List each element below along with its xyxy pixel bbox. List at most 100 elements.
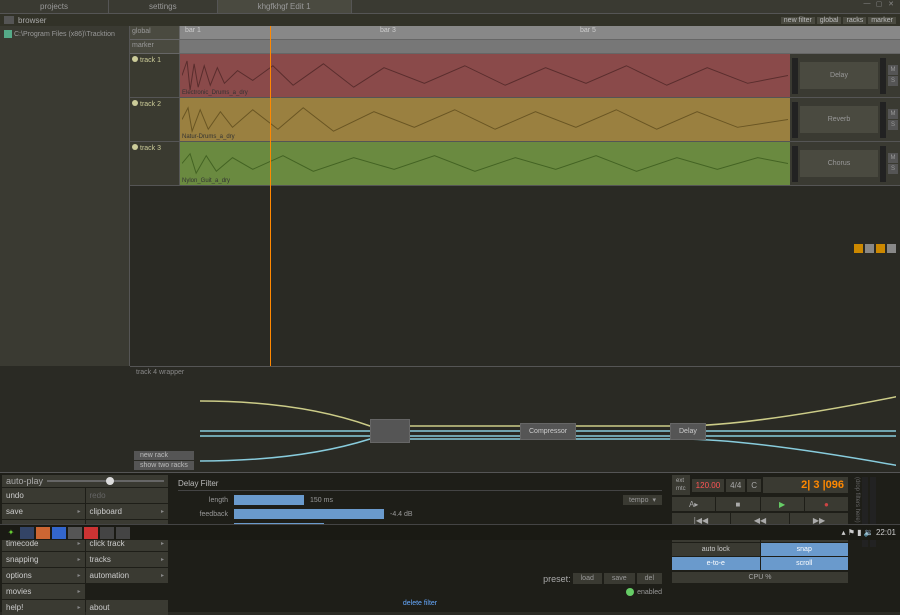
stop-button[interactable]: ■ xyxy=(716,497,759,511)
automation-button[interactable]: automation▸ xyxy=(86,568,169,583)
new-rack-button[interactable]: new rack xyxy=(134,451,194,460)
transport-panel: ext mtc 120.00 4/4 C 2| 3 |096 A▸ ■ ▶ ● … xyxy=(670,473,850,612)
tab-edit[interactable]: khgfkhgf Edit 1 xyxy=(218,0,352,13)
help-button[interactable]: help!▸ xyxy=(2,600,85,615)
status-icon[interactable] xyxy=(854,244,863,253)
ext-mtc-button[interactable]: ext mtc xyxy=(672,475,690,495)
tempo-display[interactable]: 120.00 xyxy=(692,479,724,492)
marker-ruler[interactable] xyxy=(180,40,900,53)
options-button[interactable]: options▸ xyxy=(2,568,85,583)
global-ruler[interactable]: bar 1 bar 3 bar 5 xyxy=(180,26,900,39)
record-button[interactable]: ● xyxy=(805,497,848,511)
taskbar-app-icon[interactable] xyxy=(52,527,66,539)
audio-clip[interactable]: Electronic_Drums_a_dry xyxy=(180,54,790,97)
length-label: length xyxy=(178,497,228,504)
playhead-cursor[interactable] xyxy=(270,26,271,366)
taskbar-app-icon[interactable] xyxy=(20,527,34,539)
rack-node-compressor[interactable]: Compressor xyxy=(520,423,576,440)
solo-button[interactable]: S xyxy=(888,120,898,130)
clip-label: Electronic_Drums_a_dry xyxy=(182,90,248,96)
taskbar-app-icon[interactable] xyxy=(68,527,82,539)
timesig-display[interactable]: 4/4 xyxy=(726,479,745,492)
taskbar-app-icon[interactable] xyxy=(100,527,114,539)
browser-toggle-icon[interactable] xyxy=(4,16,14,24)
status-icon[interactable] xyxy=(887,244,896,253)
preset-load-button[interactable]: load xyxy=(573,573,602,584)
racks-badge[interactable]: racks xyxy=(843,17,866,24)
track-header[interactable]: track 1 xyxy=(130,54,180,97)
rack-node[interactable] xyxy=(370,419,410,443)
drop-filters-hint: (drop filters here) xyxy=(854,477,860,608)
tray-icon[interactable]: ▴ xyxy=(841,528,845,537)
marker-badge[interactable]: marker xyxy=(868,17,896,24)
tracks-button[interactable]: tracks▸ xyxy=(86,552,169,567)
auto-play-slider[interactable] xyxy=(47,480,164,482)
window-minimize-icon[interactable]: — xyxy=(862,0,872,10)
window-maximize-icon[interactable]: ▢ xyxy=(874,0,884,10)
taskbar-app-icon[interactable] xyxy=(36,527,50,539)
waveform-icon xyxy=(182,144,788,183)
start-icon[interactable]: ✦ xyxy=(4,527,18,539)
tray-network-icon[interactable]: ▮ xyxy=(857,528,861,537)
window-close-icon[interactable]: ✕ xyxy=(886,0,896,10)
file-browser-sidebar: C:\Program Files (x86)\Tracktion xyxy=(0,26,130,366)
track-name: track 2 xyxy=(140,101,161,108)
save-button[interactable]: save▸ xyxy=(2,504,85,519)
rack-node-delay[interactable]: Delay xyxy=(670,423,706,440)
etoe-button[interactable]: e-to-e xyxy=(672,557,760,570)
solo-button[interactable]: S xyxy=(888,164,898,174)
enabled-toggle[interactable] xyxy=(626,588,634,596)
mute-button[interactable]: M xyxy=(888,153,898,163)
autolock-button[interactable]: auto lock xyxy=(672,543,760,556)
taskbar-app-icon[interactable] xyxy=(84,527,98,539)
show-two-racks-button[interactable]: show two racks xyxy=(134,461,194,470)
solo-button[interactable]: S xyxy=(888,76,898,86)
about-button[interactable]: about xyxy=(86,600,169,615)
key-display[interactable]: C xyxy=(747,479,761,492)
level-meter xyxy=(880,102,886,138)
new-filter-button[interactable]: new filter xyxy=(781,17,815,24)
feedback-label: feedback xyxy=(178,511,228,518)
level-meter xyxy=(792,58,798,94)
undo-button[interactable]: undo xyxy=(2,488,85,503)
file-tree-item[interactable]: C:\Program Files (x86)\Tracktion xyxy=(2,28,127,40)
clock-display: 22:01 xyxy=(876,528,896,537)
audio-clip[interactable]: Nylon_Guit_a_dry xyxy=(180,142,790,185)
length-slider[interactable] xyxy=(234,495,304,505)
delete-filter-button[interactable]: delete filter xyxy=(178,600,662,607)
feedback-slider[interactable] xyxy=(234,509,384,519)
snapping-button[interactable]: snapping▸ xyxy=(2,552,85,567)
tempo-selector[interactable]: tempo▾ xyxy=(623,495,662,505)
snap-button[interactable]: snap xyxy=(761,543,849,556)
tab-settings[interactable]: settings xyxy=(109,0,218,13)
rack-title: track 4 wrapper xyxy=(130,367,900,378)
track-header[interactable]: track 2 xyxy=(130,98,180,141)
status-icon[interactable] xyxy=(865,244,874,253)
clipboard-button[interactable]: clipboard▸ xyxy=(86,504,169,519)
play-button[interactable]: ▶ xyxy=(761,497,804,511)
status-icon[interactable] xyxy=(876,244,885,253)
movies-button[interactable]: movies▸ xyxy=(2,584,85,599)
global-badge[interactable]: global xyxy=(817,17,842,24)
mute-button[interactable]: M xyxy=(888,109,898,119)
tray-flag-icon[interactable]: ⚑ xyxy=(848,528,855,537)
tab-projects[interactable]: projects xyxy=(0,0,109,13)
redo-button[interactable]: redo xyxy=(86,488,169,503)
position-display[interactable]: 2| 3 |096 xyxy=(763,477,848,493)
rack-canvas[interactable]: Compressor Delay xyxy=(200,381,896,468)
fx-slot[interactable]: Reverb xyxy=(800,106,878,133)
track-name: track 3 xyxy=(140,145,161,152)
fx-slot[interactable]: Chorus xyxy=(800,150,878,177)
taskbar-app-icon[interactable] xyxy=(116,527,130,539)
tray-volume-icon[interactable]: 🔉 xyxy=(864,528,874,537)
preset-del-button[interactable]: del xyxy=(637,573,662,584)
scroll-button[interactable]: scroll xyxy=(761,557,849,570)
audio-clip[interactable]: Natur-Drums_a_dry xyxy=(180,98,790,141)
fx-slot[interactable]: Delay xyxy=(800,62,878,89)
track-header[interactable]: track 3 xyxy=(130,142,180,185)
mute-button[interactable]: M xyxy=(888,65,898,75)
goto-start-button[interactable]: A▸ xyxy=(672,497,715,511)
length-value: 150 ms xyxy=(310,497,333,504)
preset-save-button[interactable]: save xyxy=(604,573,635,584)
track-controls: Delay MS xyxy=(790,54,900,97)
